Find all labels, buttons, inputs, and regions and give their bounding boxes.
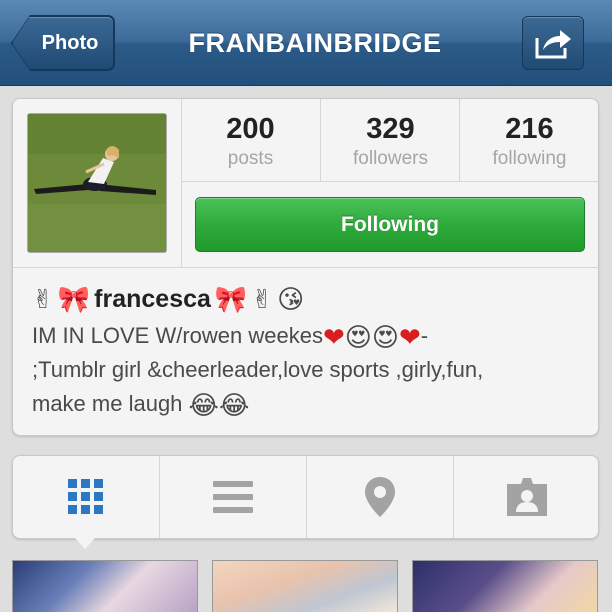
heart-emoji-icon: ❤: [322, 322, 345, 353]
heart-emoji-icon: ❤: [399, 322, 421, 353]
tab-list-view[interactable]: [160, 456, 306, 538]
peace-emoji-icon: ✌: [32, 284, 54, 314]
grid-icon: [68, 479, 103, 514]
share-icon: [535, 30, 571, 59]
name-line: ✌ 🎀 francesca 🎀 ✌ 😘: [32, 279, 592, 319]
posts-label: posts: [227, 148, 274, 169]
photo-thumbnail-2[interactable]: [212, 560, 398, 612]
avatar[interactable]: [27, 113, 167, 253]
avatar-photo: [28, 114, 166, 252]
followers-label: followers: [353, 148, 428, 169]
photo-thumbnail-1[interactable]: [12, 560, 198, 612]
following-stat[interactable]: 216 following: [460, 99, 599, 181]
profile-bio: ✌ 🎀 francesca 🎀 ✌ 😘 IM IN LOVE W/rowen w…: [32, 279, 592, 421]
following-count: 216: [505, 113, 554, 145]
following-button[interactable]: Following: [195, 197, 585, 252]
tab-map-view[interactable]: [307, 456, 453, 538]
share-button[interactable]: [522, 16, 584, 70]
view-tabs: [12, 455, 600, 549]
tears-of-joy-emoji-icon: 😂: [188, 390, 219, 421]
navigation-bar: Photo FRANBAINBRIDGE: [0, 0, 612, 86]
profile-card: 200 posts 329 followers 216 following Fo…: [12, 98, 599, 436]
followers-stat[interactable]: 329 followers: [321, 99, 460, 181]
location-pin-icon: [365, 477, 395, 517]
back-button[interactable]: Photo: [12, 16, 114, 70]
following-button-label: Following: [341, 212, 439, 236]
bow-emoji-icon: 🎀: [214, 284, 248, 314]
tab-grid-view[interactable]: [13, 456, 159, 538]
back-button-label: Photo: [41, 31, 99, 54]
photo-thumbnail-3[interactable]: [412, 560, 598, 612]
stats-divider: [181, 181, 599, 182]
bio-line-3: make me laugh 😂😂: [32, 387, 592, 421]
tab-tagged-photos[interactable]: [454, 456, 600, 538]
peace-emoji-icon: ✌: [251, 284, 274, 314]
followers-count: 329: [366, 113, 415, 145]
bio-line-2: ;Tumblr girl &cheerleader,love sports ,g…: [32, 357, 484, 382]
bio-line-1: IM IN LOVE W/rowen weekes❤😍😍❤-: [32, 319, 592, 353]
tears-of-joy-emoji-icon: 😂: [218, 390, 250, 421]
posts-stat[interactable]: 200 posts: [181, 99, 320, 181]
heart-eyes-emoji-icon: 😍: [344, 322, 372, 353]
list-icon: [213, 481, 253, 513]
posts-count: 200: [226, 113, 275, 145]
following-label: following: [492, 148, 567, 169]
bio-text-3: make me laugh: [32, 391, 183, 416]
photo-of-you-icon: [507, 478, 547, 516]
kiss-emoji-icon: 😘: [277, 284, 305, 314]
bio-divider: [13, 267, 599, 268]
display-name: francesca: [94, 285, 211, 313]
bow-emoji-icon: 🎀: [57, 284, 91, 314]
bio-text-1-end: -: [420, 323, 429, 348]
page-title: FRANBAINBRIDGE: [188, 27, 442, 58]
heart-eyes-emoji-icon: 😍: [371, 322, 399, 353]
active-tab-pointer: [75, 538, 95, 549]
bio-text-1: IM IN LOVE W/rowen weekes: [32, 323, 323, 348]
